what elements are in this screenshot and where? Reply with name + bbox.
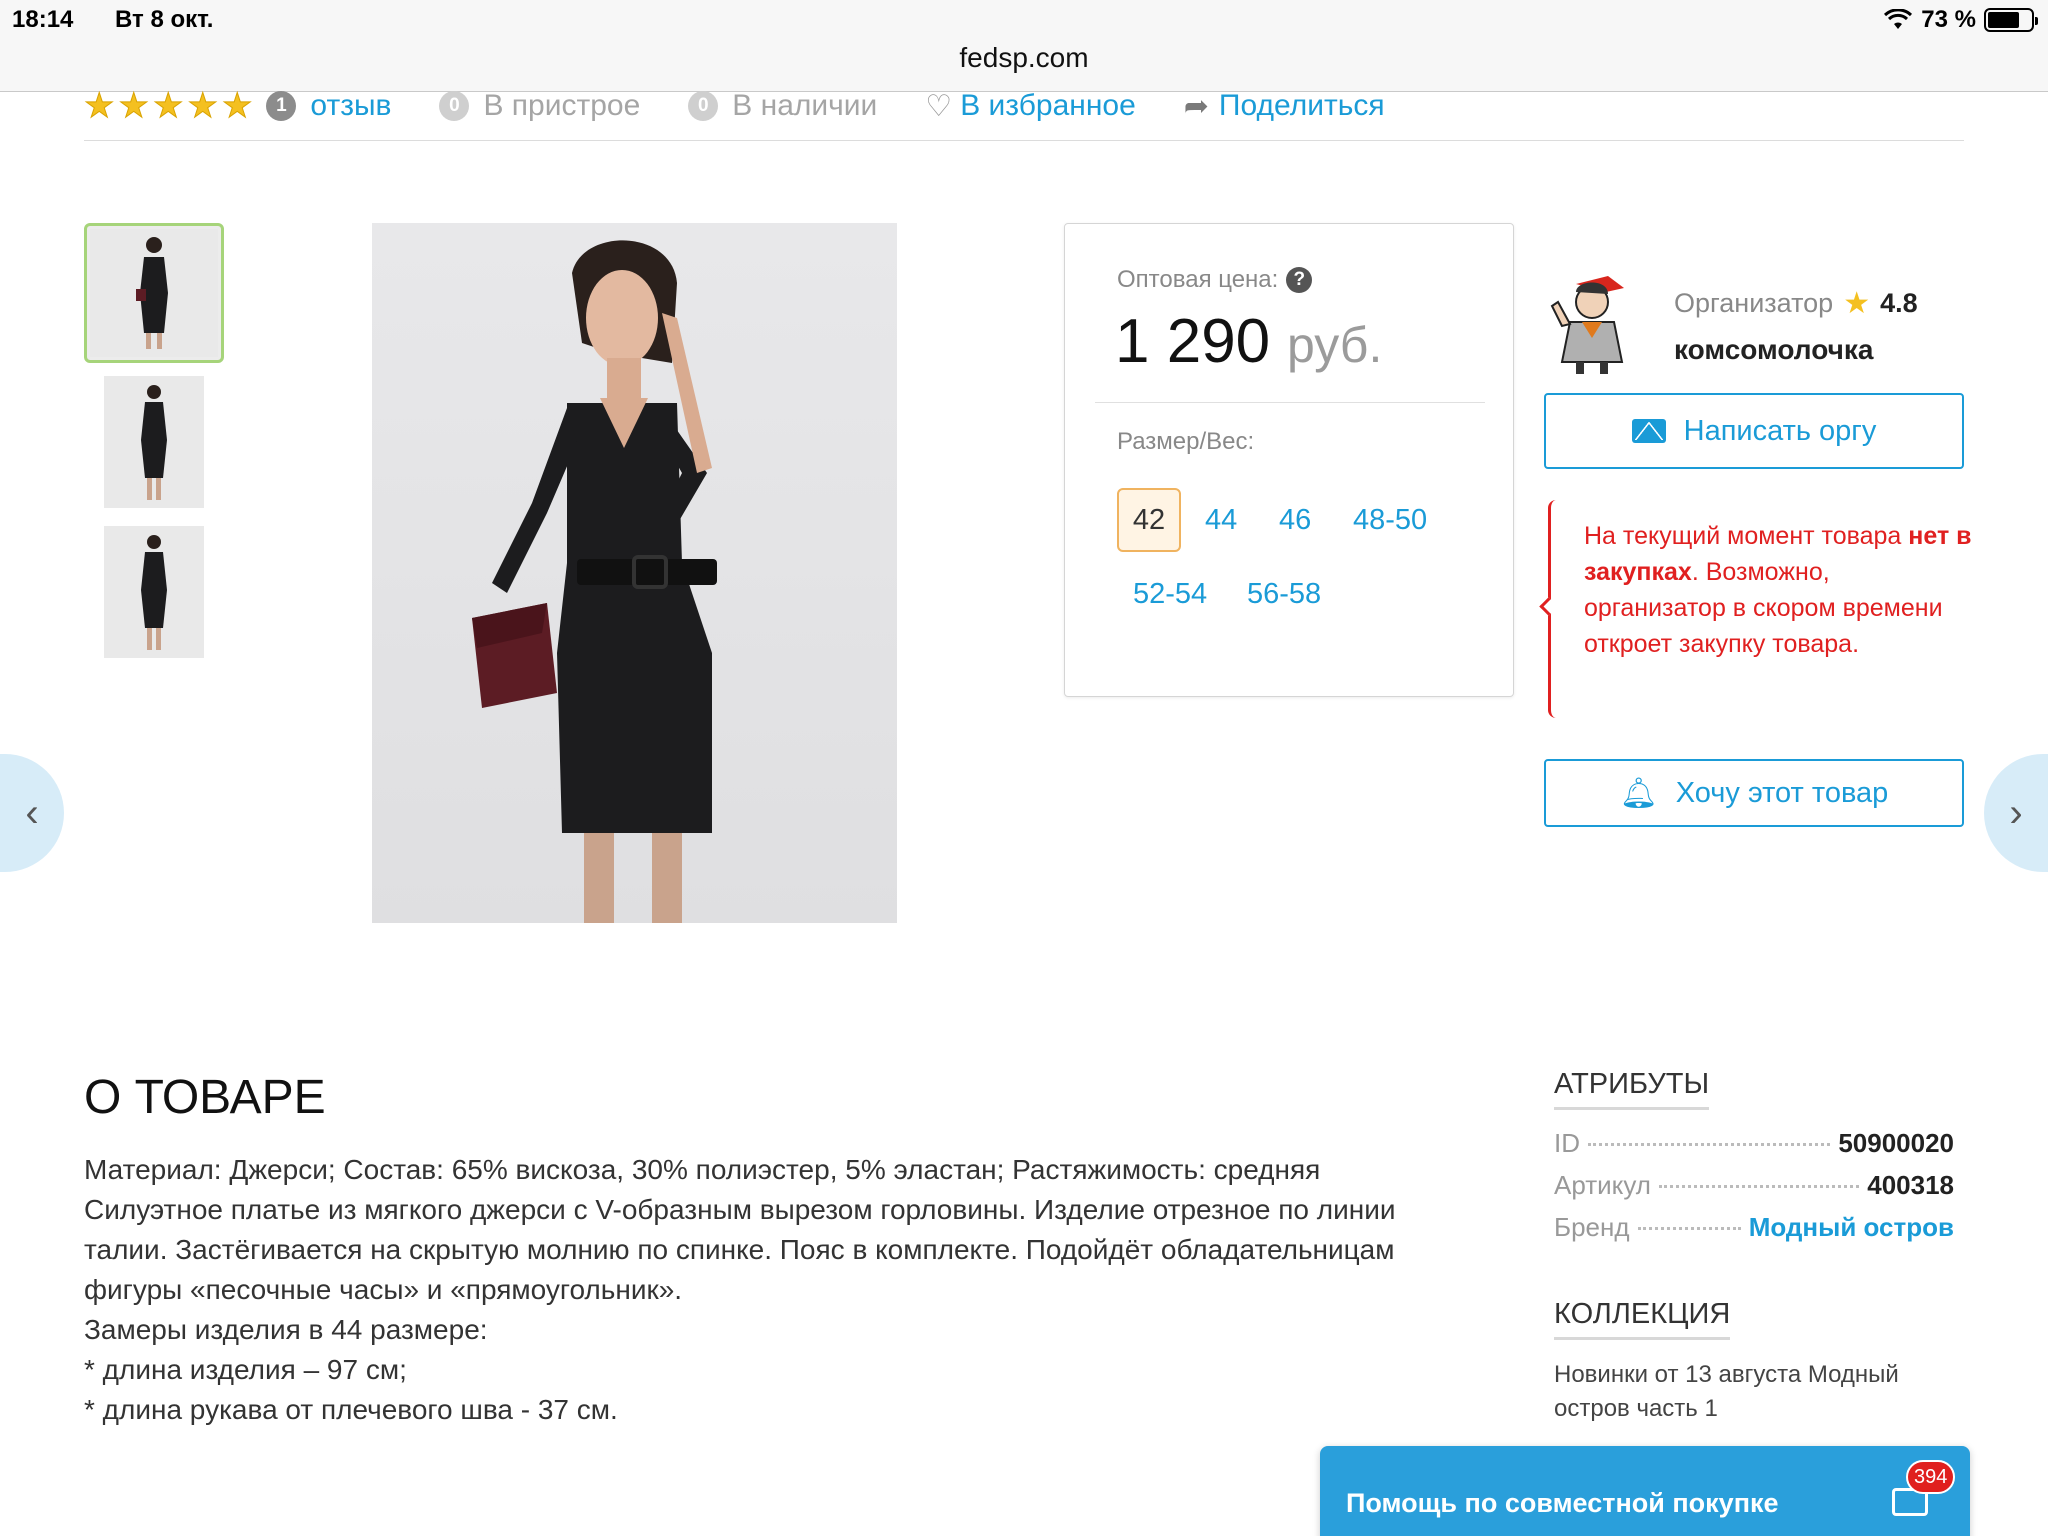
organizer-label: Организатор (1674, 288, 1834, 318)
heart-icon[interactable]: ♡ (925, 89, 952, 124)
thumbnail-1[interactable] (84, 223, 224, 363)
brand-link[interactable]: Модный остров (1749, 1212, 1954, 1243)
help-chat-bar[interactable]: Помощь по совместной покупке 394 (1320, 1446, 1970, 1536)
organizer-rating: 4.8 (1880, 288, 1918, 318)
wifi-icon (1884, 9, 1913, 29)
attribute-row: Бренд Модный остров (1554, 1212, 1954, 1243)
browser-chrome: 18:14 Вт 8 окт. 73 % fedsp.com (0, 0, 2048, 92)
about-line: Силуэтное платье из мягкого джерси с V-о… (84, 1194, 1396, 1305)
price-card: Оптовая цена: ? 1 290 руб. Размер/Вес: 4… (1064, 223, 1514, 697)
help-label: Помощь по совместной покупке (1346, 1488, 1779, 1518)
thumbnail-2[interactable] (104, 376, 204, 508)
chevron-left-icon: ‹ (25, 790, 39, 835)
stock-label: В наличии (732, 89, 878, 122)
size-option-48-50[interactable]: 48-50 (1353, 504, 1427, 537)
notice-text: На текущий момент товара нет в закупках.… (1584, 522, 1972, 658)
price-amount: 1 290 (1115, 307, 1271, 376)
help-question-icon[interactable]: ? (1286, 267, 1313, 293)
address-bar[interactable]: fedsp.com (0, 42, 2048, 74)
attribute-row: Артикул 400318 (1554, 1170, 1954, 1200)
prev-product-arrow[interactable]: ‹ (0, 754, 64, 872)
review-count-badge: 1 (266, 91, 297, 121)
product-meta-row: ★ ★ ★ ★ ★ 1 отзыв 0 В пристрое 0 В налич… (83, 86, 1385, 126)
star-icon: ★ (83, 87, 115, 125)
size-option-42[interactable]: 42 (1117, 488, 1181, 552)
size-label: Размер/Вес: (1117, 428, 1255, 455)
product-main-image[interactable] (372, 223, 897, 923)
about-line: * длина рукава от плечевого шва - 37 см. (84, 1394, 618, 1425)
star-icon: ★ (187, 87, 219, 125)
battery-percent: 73 % (1921, 6, 1976, 33)
size-option-56-58[interactable]: 56-58 (1247, 578, 1321, 611)
chevron-right-icon: › (2009, 790, 2023, 835)
thumbnail-3[interactable] (104, 526, 204, 658)
about-line: Материал: Джерси; Состав: 65% вискоза, 3… (84, 1154, 1321, 1185)
dress-photo (472, 240, 717, 923)
attributes-title: АТРИБУТЫ (1554, 1068, 1710, 1110)
want-item-button[interactable]: 🔔︎ Хочу этот товар (1544, 759, 1964, 827)
size-option-52-54[interactable]: 52-54 (1133, 578, 1207, 611)
status-indicators: 73 % (1883, 6, 2038, 34)
dress-photo-thumb (141, 535, 167, 650)
rating-stars: ★ ★ ★ ★ ★ (83, 87, 253, 125)
status-time: 18:14 (12, 6, 74, 33)
reviews-link[interactable]: отзыв (310, 89, 391, 123)
battery-icon (1984, 8, 2038, 32)
write-organizer-button[interactable]: Написать оргу (1544, 393, 1964, 469)
about-line: Замеры изделия в 44 размере: (84, 1314, 488, 1345)
availability-notice: На текущий момент товара нет в закупках.… (1548, 500, 1972, 720)
organizer-label-row: Организатор ★ 4.8 (1674, 286, 1918, 321)
status-date: Вт 8 окт. (115, 6, 214, 33)
collection-title: КОЛЛЕКЦИЯ (1554, 1298, 1731, 1340)
next-product-arrow[interactable]: › (1984, 754, 2048, 872)
price-currency: руб. (1287, 317, 1383, 373)
envelope-icon (1631, 419, 1666, 443)
star-icon: ★ (152, 87, 184, 125)
organizer-avatar[interactable] (1546, 266, 1638, 376)
fitting-label: В пристрое (483, 89, 641, 122)
size-option-46[interactable]: 46 (1279, 504, 1311, 537)
wholesale-price-label: Оптовая цена: ? (1117, 266, 1313, 294)
star-icon: ★ (1843, 287, 1871, 320)
notice-bracket (1548, 500, 1562, 718)
notification-badge: 394 (1906, 1460, 1956, 1494)
dress-photo-thumb (141, 385, 167, 500)
collection-link[interactable]: Новинки от 13 августа Модный остров част… (1554, 1358, 1954, 1426)
bell-icon: 🔔︎ (1619, 776, 1658, 810)
share-link[interactable]: Поделиться (1219, 89, 1385, 123)
about-title: О ТОВАРЕ (84, 1071, 326, 1124)
favorite-link[interactable]: В избранное (960, 89, 1136, 123)
star-icon: ★ (118, 87, 150, 125)
about-line: * длина изделия – 97 см; (84, 1354, 407, 1385)
stock-count-badge: 0 (688, 91, 719, 121)
divider (84, 140, 1964, 141)
divider (1095, 402, 1485, 403)
star-icon: ★ (221, 87, 253, 125)
attribute-row: ID 50900020 (1554, 1128, 1954, 1158)
organizer-name[interactable]: комсомолочка (1674, 334, 1873, 366)
dress-photo-thumb (136, 237, 168, 349)
share-icon[interactable]: ➦ (1184, 89, 1209, 124)
fitting-count-badge: 0 (439, 91, 470, 121)
size-option-44[interactable]: 44 (1205, 504, 1237, 537)
about-description: Материал: Джерси; Состав: 65% вискоза, 3… (84, 1150, 1484, 1430)
